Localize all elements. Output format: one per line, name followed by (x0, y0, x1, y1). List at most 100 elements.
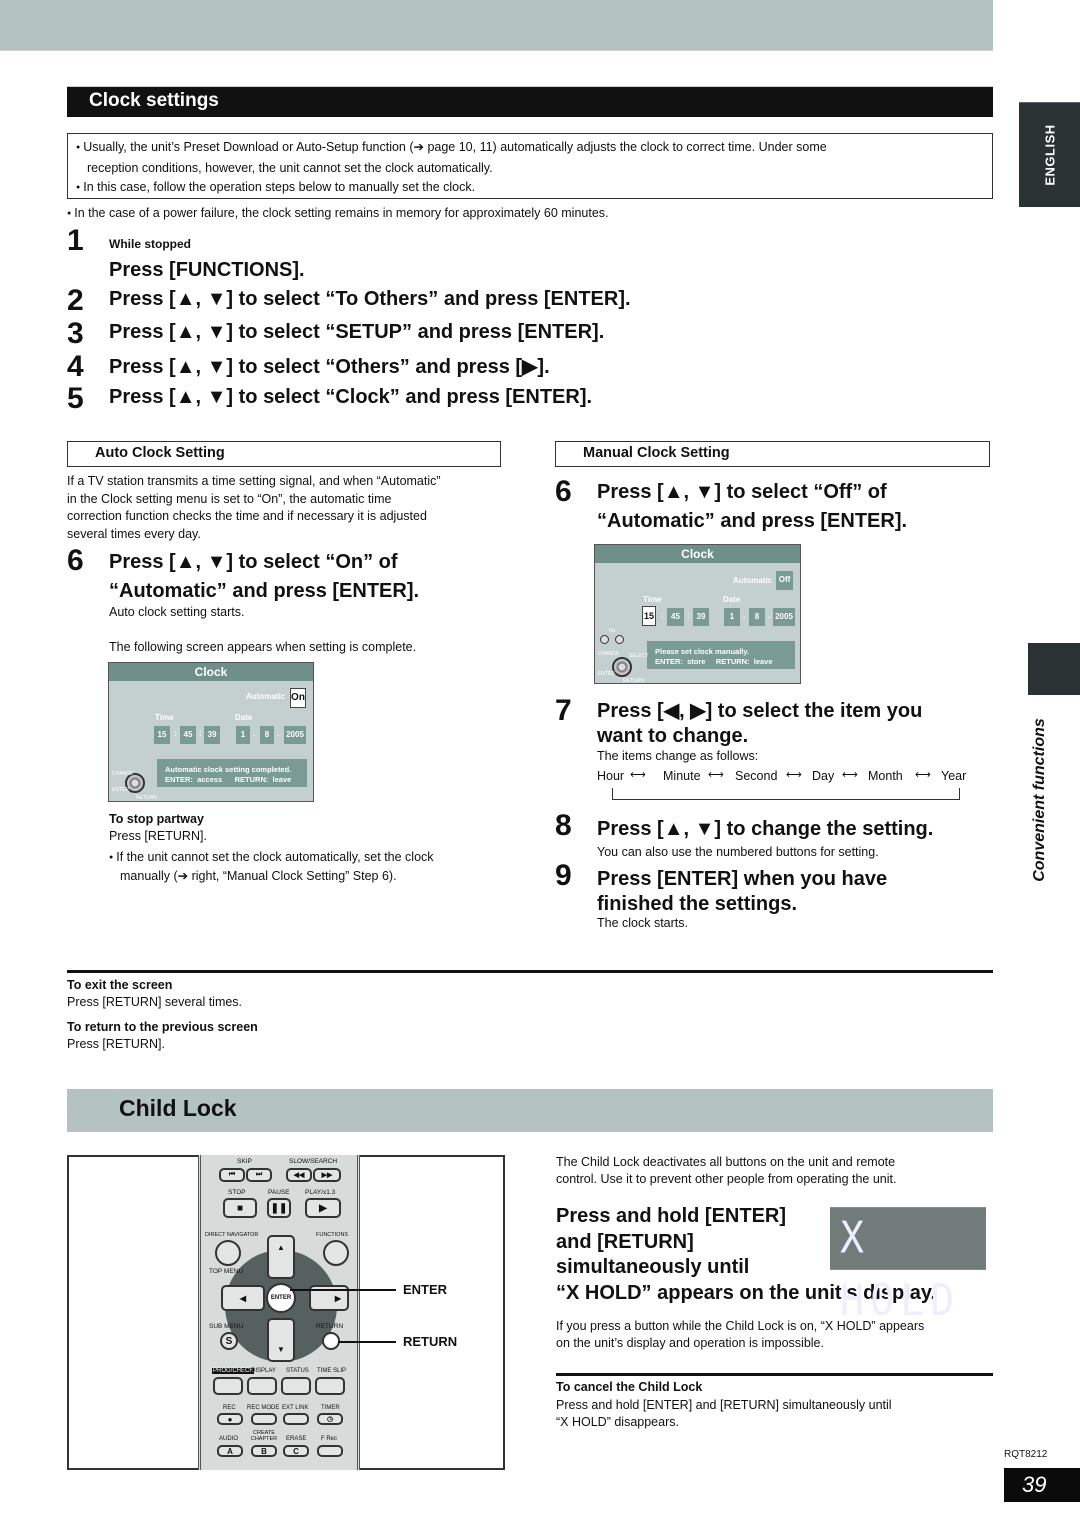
sequence-item: Second (735, 769, 778, 783)
stop-partway-title: To stop partway (109, 812, 204, 826)
intro-line: several times every day. (67, 526, 201, 541)
hour-field: 15 (154, 726, 170, 744)
manual-step9-text: Press [ENTER] when you have finished the… (597, 867, 887, 917)
note-line: Usually, the unit’s Preset Download or A… (76, 138, 984, 159)
create-chapter-button[interactable]: B (251, 1445, 277, 1457)
message-line: Automatic clock setting completed. (165, 765, 292, 774)
manual-step6-text: Press [▲, ▼] to select “Off” of “Automat… (597, 478, 907, 536)
step-text: Press [▲, ▼] to select “To Others” and p… (109, 288, 631, 310)
sequence-item: Month (868, 769, 903, 783)
numbers-label: No. (609, 628, 617, 634)
cancel-child-lock-title: To cancel the Child Lock (556, 1380, 703, 1394)
number-button-icon (600, 635, 609, 644)
time-slip-button[interactable] (315, 1377, 345, 1395)
slow-search-label: SLOW/SEARCH (289, 1158, 338, 1165)
minute-field: 45 (667, 608, 684, 626)
top-menu-label: TOP MENU (209, 1268, 244, 1275)
rec-button[interactable]: ● (217, 1413, 243, 1425)
pause-label: PAUSE (268, 1189, 290, 1196)
play-button[interactable]: ▶ (305, 1198, 341, 1218)
cancel-line: “X HOLD” disappears. (556, 1415, 679, 1429)
year-field: 2005 (284, 726, 306, 744)
screen-title: Clock (595, 545, 800, 563)
create-chapter-label: CREATE CHAPTER (250, 1430, 278, 1442)
section-marker (1028, 643, 1080, 695)
f-rec-button[interactable] (317, 1445, 343, 1457)
previous-screen-title: To return to the previous screen (67, 1020, 258, 1034)
cancel-child-lock-text: Press and hold [ENTER] and [RETURN] simu… (556, 1397, 892, 1431)
step-text: Press [▲, ▼] to select “Others” and pres… (109, 356, 550, 378)
timer-button[interactable]: ◷ (317, 1413, 343, 1425)
step-number: 4 (67, 350, 84, 383)
step-precondition: While stopped (109, 237, 191, 251)
manual-clock-screen: Clock Automatic Off Time Date 15 : 45 : … (594, 544, 801, 684)
return-callout-line (338, 1341, 396, 1343)
auto-clock-heading: Auto Clock Setting (67, 441, 501, 467)
sequence-item: Hour (597, 769, 625, 783)
skip-back-button[interactable]: ⏮ (219, 1168, 245, 1182)
child-lock-title: Child Lock (119, 1095, 237, 1121)
clock-notes-box: Usually, the unit’s Preset Download or A… (67, 133, 993, 199)
language-label: ENGLISH (1042, 124, 1057, 186)
double-arrow-icon: ⟷ (630, 769, 646, 781)
pause-button[interactable]: ❚❚ (267, 1198, 291, 1218)
manual-step7-number: 7 (555, 694, 572, 727)
down-button[interactable]: ▼ (267, 1318, 295, 1362)
double-arrow-icon: ⟷ (708, 769, 724, 781)
stop-partway-text: Press [RETURN]. (109, 829, 207, 843)
screen-note: The following screen appears when settin… (109, 640, 417, 654)
step-number: 1 (67, 224, 84, 257)
manual-step8-text: Press [▲, ▼] to change the setting. (597, 818, 934, 840)
stop-label: STOP (228, 1189, 246, 1196)
step8-note: You can also use the numbered buttons fo… (597, 845, 879, 859)
enter-label: ENTER (112, 787, 129, 793)
functions-button[interactable] (323, 1240, 349, 1266)
audio-button[interactable]: A (217, 1445, 243, 1457)
day-field: 1 (724, 608, 740, 626)
change-label: CHANGE (598, 651, 620, 657)
ext-link-label: EXT LINK (282, 1405, 309, 1411)
display-label: DISPLAY (251, 1368, 276, 1374)
step-line: Press [▲, ▼] to select “On” of (109, 551, 398, 573)
direct-navigator-button[interactable] (215, 1240, 241, 1266)
status-label: STATUS (286, 1368, 309, 1374)
search-forward-button[interactable]: ▶▶ (313, 1168, 341, 1182)
change-label: CHANGE (112, 771, 134, 777)
sub-menu-button[interactable]: S (220, 1332, 238, 1350)
rec-mode-button[interactable] (251, 1413, 277, 1425)
auto-clock-screen: Clock Automatic On Time Date 15 : 45 : 3… (108, 662, 314, 802)
previous-screen-text: Press [RETURN]. (67, 1037, 165, 1051)
stop-button[interactable]: ■ (223, 1198, 257, 1218)
message-line: Please set clock manually. (655, 647, 750, 656)
manual-clock-heading: Manual Clock Setting (555, 441, 990, 467)
loop-back-arrow (612, 788, 960, 800)
left-button[interactable]: ◀ (221, 1285, 265, 1311)
step-line: Press [▲, ▼] to select “Off” of (597, 481, 887, 503)
note-line: reception conditions, however, the unit … (87, 161, 493, 175)
double-arrow-icon: ⟷ (915, 769, 931, 781)
number-button-icon (615, 635, 624, 644)
search-back-button[interactable]: ◀◀ (286, 1168, 312, 1182)
double-arrow-icon: ⟷ (786, 769, 802, 781)
erase-button[interactable]: C (283, 1445, 309, 1457)
message-line: ENTER: store RETURN: leave (655, 657, 773, 666)
skip-forward-button[interactable]: ⏭ (246, 1168, 272, 1182)
status-button[interactable] (281, 1377, 311, 1395)
erase-label: ERASE (286, 1436, 307, 1442)
minute-field: 45 (180, 726, 196, 744)
sequence-item: Day (812, 769, 835, 783)
up-button[interactable]: ▲ (267, 1235, 295, 1279)
note-line: If the unit cannot set the clock automat… (109, 849, 433, 868)
step-line: Press [◀, ▶] to select the item you (597, 700, 923, 722)
return-callout-label: RETURN (403, 1334, 458, 1349)
audio-label: AUDIO (219, 1436, 239, 1442)
step-line: “Automatic” and press [ENTER]. (597, 510, 908, 532)
enter-callout-label: ENTER (403, 1282, 448, 1297)
warning-line: on the unit’s display and operation is i… (556, 1336, 824, 1350)
day-field: 1 (236, 726, 250, 744)
ext-link-button[interactable] (283, 1413, 309, 1425)
enter-button[interactable]: ENTER (266, 1283, 296, 1313)
functions-label: FUNCTIONS (316, 1232, 349, 1238)
prog-check-button[interactable] (213, 1377, 243, 1395)
display-button[interactable] (247, 1377, 277, 1395)
